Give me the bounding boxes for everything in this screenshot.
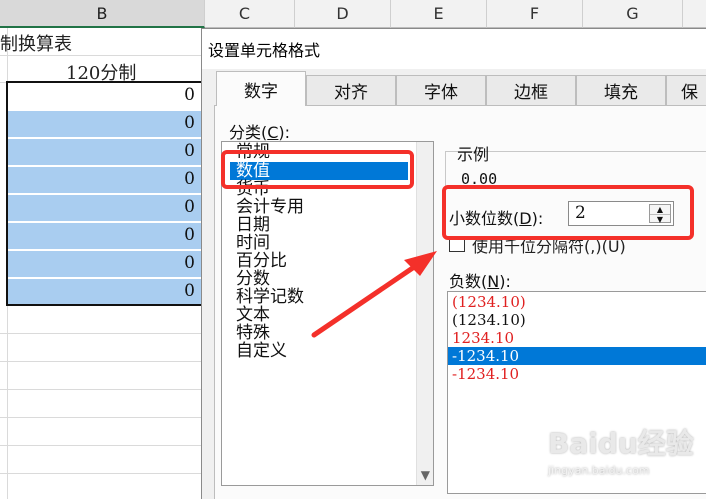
arrow-shaft bbox=[311, 260, 423, 338]
tab-number[interactable]: 数字 bbox=[216, 71, 306, 106]
watermark-url: jingyan.baidu.com bbox=[548, 464, 650, 477]
tab-label: 数字 bbox=[244, 81, 278, 102]
baidu-watermark: Baidu经验 jingyan.baidu.com bbox=[540, 420, 700, 495]
watermark-brand: Baidu经验 bbox=[548, 427, 694, 460]
